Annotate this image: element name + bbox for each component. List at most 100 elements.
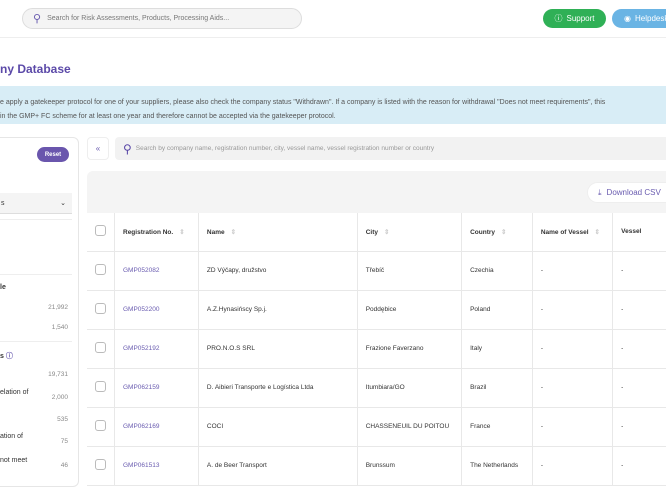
cell-text: - [540,384,543,391]
sort-icon: ⇕ [594,228,600,236]
table-cell: Brunssum [357,446,463,486]
cell-text: A. de Beer Transport [206,462,267,469]
column-header[interactable]: Vessel [612,213,666,252]
registration-link[interactable]: GMP061513 [123,462,160,469]
count: 21,992 [48,304,68,311]
table-cell: - [532,407,614,447]
cell-text: - [621,423,624,430]
table-cell: Italy [461,329,533,369]
support-button[interactable]: ⓘ Support [543,9,606,28]
support-label: Support [566,14,595,23]
filter-label[interactable]: elation of [0,389,28,396]
registration-link[interactable]: GMP052200 [123,306,160,313]
table-row[interactable]: GMP062169 COCI CHASSENEUIL DU POITOU France… [87,407,666,447]
cell-text: Italy [470,345,483,352]
select-all-checkbox[interactable] [95,225,106,237]
table-cell: Czechia [461,251,533,291]
registration-link[interactable]: GMP062159 [123,384,160,391]
sort-icon: ⇕ [501,228,507,236]
info-icon[interactable]: ⓘ [6,353,13,360]
filter-label[interactable]: not meet [0,457,27,464]
cell-text: Brunssum [365,462,395,469]
row-checkbox[interactable] [95,303,106,314]
column-header[interactable]: Name of Vessel ⇕ [532,213,614,252]
cell-text: A.Z.Hynasińscy Sp.j. [206,306,267,313]
table-cell: - [532,290,614,330]
page-title: ny Database [0,62,71,76]
row-checkbox[interactable] [95,459,106,470]
registration-link[interactable]: GMP062169 [123,423,160,430]
column-header[interactable]: Registration No. ⇕ [114,213,199,252]
cell-text: - [621,462,624,469]
reset-button[interactable]: Reset [37,147,69,162]
table-row[interactable]: GMP061513 A. de Beer Transport Brunssum The… [87,446,666,486]
table-cell: GMP062169 [114,407,199,447]
row-checkbox[interactable] [95,342,106,353]
global-search-input[interactable]: ⚲ Search for Risk Assessments, Products, … [22,8,302,29]
sort-icon: ⇕ [383,228,390,236]
table-row[interactable]: GMP052200 A.Z.Hynasińscy Sp.j. Poddębice Po… [87,290,666,330]
helpdesk-button[interactable]: ◉ Helpdesk [612,9,666,28]
collapse-sidebar-button[interactable]: « [87,137,109,160]
table-cell: GMP052082 [114,251,199,291]
table-row[interactable]: GMP052082 ZD Výčapy, družstvo Třebíč Czechi… [87,251,666,291]
search-icon: ⚲ [33,13,42,25]
count: 535 [57,416,68,423]
table-cell: - [612,446,666,486]
table-cell: The Netherlands [461,446,533,486]
cell-text: - [540,462,543,469]
download-csv-button[interactable]: ⤓ Download CSV [587,182,666,203]
filter-label[interactable]: ation of [0,433,23,440]
column-header[interactable]: Country ⇕ [461,213,533,252]
cell-text: The Netherlands [470,462,519,469]
table-cell: - [532,329,614,369]
cell-text: - [540,306,543,313]
cell-text: Třebíč [365,267,385,274]
cell-text: - [540,423,543,430]
divider [0,341,72,342]
registration-link[interactable]: GMP052192 [123,345,160,352]
notice-line: in the GMP+ FC scheme for at least one y… [0,113,336,120]
divider [0,219,72,220]
cell-text: D. Aibieri Transporte e Logística Ltda [206,384,314,391]
table-header: Registration No. ⇕ Name ⇕ City ⇕ Country ⇕ N… [87,213,666,252]
row-checkbox[interactable] [95,381,106,392]
notice-line: e apply a gatekeeper protocol for one of… [0,99,606,106]
download-label: Download CSV [606,188,661,197]
row-checkbox-cell [87,329,115,369]
cell-text: Poddębice [365,306,397,313]
table-cell: Třebíč [357,251,463,291]
company-table: Registration No. ⇕ Name ⇕ City ⇕ Country ⇕ N… [87,213,666,486]
table-cell: - [532,446,614,486]
table-cell: GMP052192 [114,329,199,369]
company-search-input[interactable]: ⚲ Search by company name, registration nu… [115,137,666,160]
row-checkbox-cell [87,446,115,486]
table-cell: Itumbiara/GO [357,368,463,408]
cell-text: - [540,345,543,352]
table-row[interactable]: GMP052192 PRO.N.O.S SRL Frazione Faverzano… [87,329,666,369]
cell-text: - [621,267,624,274]
table-cell: - [532,251,614,291]
table-row[interactable]: GMP062159 D. Aibieri Transporte e Logísti… [87,368,666,408]
helpdesk-label: Helpdesk [634,14,666,23]
cell-text: Itumbiara/GO [365,384,405,391]
registration-link[interactable]: GMP052082 [123,267,160,274]
cell-text: Czechia [470,267,494,274]
cell-text: CHASSENEUIL DU POITOU [365,423,450,430]
table-cell: A. de Beer Transport [198,446,358,486]
filter-select[interactable]: s ⌄ [0,193,72,214]
globe-icon: ◉ [624,14,631,23]
row-checkbox[interactable] [95,420,106,431]
section-title: le [0,284,6,291]
table-cell: - [612,368,666,408]
table-cell: A.Z.Hynasińscy Sp.j. [198,290,358,330]
table-cell: GMP061513 [114,446,199,486]
count: 46 [60,462,68,469]
row-checkbox-cell [87,251,115,291]
column-header[interactable]: City ⇕ [357,213,463,252]
row-checkbox[interactable] [95,264,106,275]
column-header[interactable]: Name ⇕ [198,213,358,252]
cell-text: - [540,267,543,274]
cell-text: - [621,384,624,391]
row-checkbox-cell [87,407,115,447]
